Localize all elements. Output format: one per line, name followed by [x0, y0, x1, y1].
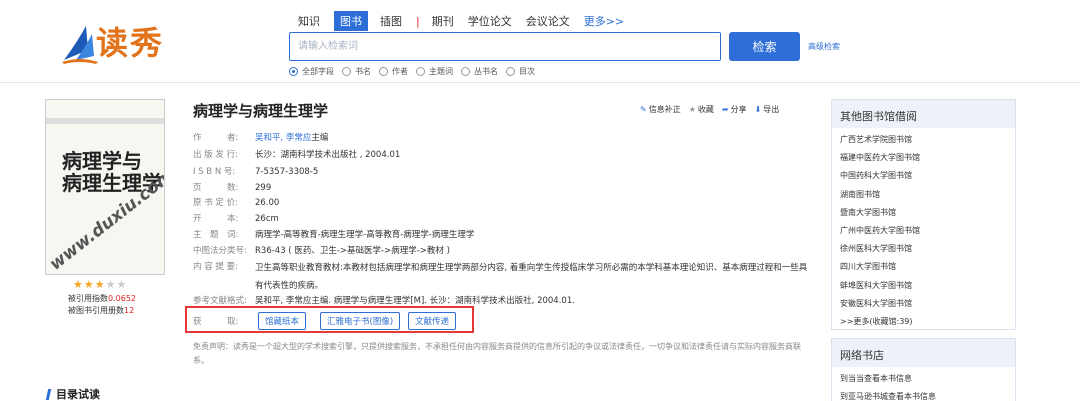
- rating-stars: ★ ★ ★ ★ ★: [73, 279, 127, 290]
- heading-bar-icon: [45, 388, 52, 400]
- radio-icon: [416, 67, 425, 76]
- library-link[interactable]: 广州中医药大学图书馆: [840, 222, 1015, 240]
- library-link[interactable]: 徐州医科大学图书馆: [840, 240, 1015, 258]
- tab-illustrations[interactable]: 插图: [380, 13, 402, 29]
- library-link[interactable]: 广西艺术学院图书馆: [840, 131, 1015, 149]
- favorite-button[interactable]: ★ 收藏: [689, 104, 714, 115]
- edit-icon: ✎: [640, 105, 647, 114]
- tab-theses[interactable]: 学位论文: [468, 13, 512, 29]
- book-title: 病理学与病理生理学: [193, 102, 329, 120]
- toc-heading: 目录试读: [45, 386, 100, 401]
- author-link[interactable]: 吴和平, 李常应: [255, 133, 311, 143]
- library-holdings-button[interactable]: 馆藏纸本: [258, 312, 307, 330]
- star-icon: ★: [83, 278, 94, 291]
- isbn-row: I S B N 号: 7-5357-3308-5: [193, 167, 319, 177]
- bookstore-list: 到当当查看本书信息 到亚马逊书城查看本书信息: [832, 367, 1015, 401]
- bookstores-panel: 网络书店 到当当查看本书信息 到亚马逊书城查看本书信息: [831, 338, 1016, 401]
- bookstore-link[interactable]: 到亚马逊书城查看本书信息: [840, 388, 1015, 401]
- disclaimer: 免责声明：读秀是一个超大型的学术搜索引擎，只提供搜索服务，不承担任何由内容服务商…: [193, 342, 801, 365]
- document-delivery-button[interactable]: 文献传递: [408, 312, 457, 330]
- tab-journals[interactable]: 期刊: [432, 13, 454, 29]
- library-list: 广西艺术学院图书馆 福建中医药大学图书馆 中国药科大学图书馆 湖南图书馆 暨南大…: [832, 128, 1015, 331]
- star-empty-icon: ★: [105, 278, 116, 291]
- library-link[interactable]: 四川大学图书馆: [840, 258, 1015, 276]
- pages-row: 页 数: 299: [193, 183, 272, 193]
- search-input[interactable]: [289, 32, 721, 61]
- library-link[interactable]: 蚌埠医科大学图书馆: [840, 277, 1015, 295]
- price-row: 原 书 定 价: 26.00: [193, 198, 280, 208]
- libraries-panel: 其他图书馆借阅 广西艺术学院图书馆 福建中医药大学图书馆 中国药科大学图书馆 湖…: [831, 99, 1016, 330]
- citation-index: 被引用指数0.0652: [68, 294, 136, 303]
- radio-selected-icon: [289, 67, 298, 76]
- tab-conference-papers[interactable]: 会议论文: [526, 13, 570, 29]
- cover-band: [46, 118, 164, 124]
- search-field-options: 全部字段 书名 作者 主题词 丛书名 目次: [289, 66, 543, 77]
- citation-count: 被图书引用册数12: [68, 306, 135, 315]
- radio-icon: [461, 67, 470, 76]
- library-link[interactable]: 安徽医科大学图书馆: [840, 295, 1015, 313]
- radio-icon: [342, 67, 351, 76]
- advanced-search-link[interactable]: 高级检索: [808, 41, 840, 52]
- book-cover[interactable]: 病理学与 病理生理学 www.duxiu.com: [45, 99, 165, 275]
- summary-label: 内 容 提 要:: [193, 262, 238, 272]
- nav-separator: |: [416, 14, 420, 28]
- radio-icon: [379, 67, 388, 76]
- star-empty-icon: ★: [116, 278, 127, 291]
- author-row: 作 者: 吴和平, 李常应主编: [193, 133, 329, 143]
- ebook-button[interactable]: 汇雅电子书(图像): [320, 312, 401, 330]
- library-link[interactable]: 中国药科大学图书馆: [840, 167, 1015, 185]
- export-icon: ⬇: [754, 105, 762, 114]
- star-outline-icon: ★: [688, 105, 696, 114]
- book-actions: ✎ 信息补正 ★ 收藏 ➦ 分享 ⬇ 导出: [640, 104, 787, 115]
- radio-subject[interactable]: 主题词: [416, 66, 453, 77]
- tab-books[interactable]: 图书: [334, 11, 368, 31]
- radio-all-fields[interactable]: 全部字段: [289, 66, 334, 77]
- libraries-panel-title: 其他图书馆借阅: [832, 100, 1015, 128]
- publisher-row: 出 版 发 行: 长沙：湖南科学技术出版社 , 2004.01: [193, 150, 401, 160]
- reference-row: 参考文献格式: 吴和平, 李常应主编. 病理学与病理生理学[M]. 长沙：湖南科学…: [193, 296, 575, 306]
- library-link[interactable]: 暨南大学图书馆: [840, 204, 1015, 222]
- library-link[interactable]: 湖南图书馆: [840, 186, 1015, 204]
- correct-info-button[interactable]: ✎ 信息补正: [640, 104, 681, 115]
- radio-icon: [506, 67, 515, 76]
- export-button[interactable]: ⬇ 导出: [755, 104, 780, 115]
- star-icon: ★: [73, 278, 83, 291]
- logo-text: 读秀: [96, 24, 165, 62]
- tab-more[interactable]: 更多>>: [584, 13, 624, 29]
- more-libraries-link[interactable]: >>更多(收藏馆:39): [840, 313, 1015, 331]
- radio-contents[interactable]: 目次: [506, 66, 535, 77]
- radio-title[interactable]: 书名: [342, 66, 371, 77]
- classification-row: 中图法分类号: R36-43 ( 医药、卫生->基础医学->病理学->教材 ): [193, 246, 450, 256]
- header-divider: [0, 82, 1080, 83]
- star-icon: ★: [94, 278, 105, 291]
- bookstores-panel-title: 网络书店: [832, 339, 1015, 367]
- share-button[interactable]: ➦ 分享: [722, 104, 747, 115]
- library-link[interactable]: 福建中医药大学图书馆: [840, 149, 1015, 167]
- share-icon: ➦: [721, 105, 729, 114]
- radio-series[interactable]: 丛书名: [461, 66, 498, 77]
- bookstore-link[interactable]: 到当当查看本书信息: [840, 370, 1015, 388]
- summary-text: 卫生高等职业教育教材:本教材包括病理学和病理生理学两部分内容, 着重向学生传授临…: [255, 263, 808, 291]
- tab-knowledge[interactable]: 知识: [298, 13, 320, 29]
- size-row: 开 本: 26cm: [193, 214, 279, 224]
- get-label: 获 取:: [193, 317, 239, 327]
- subject-row: 主 题 词: 病理学-高等教育-病理生理学-高等教育-病理学-病理生理学: [193, 230, 475, 240]
- search-category-nav: 知识 图书 插图 | 期刊 学位论文 会议论文 更多>>: [298, 11, 638, 31]
- search-button[interactable]: 检索: [729, 32, 800, 61]
- radio-author[interactable]: 作者: [379, 66, 408, 77]
